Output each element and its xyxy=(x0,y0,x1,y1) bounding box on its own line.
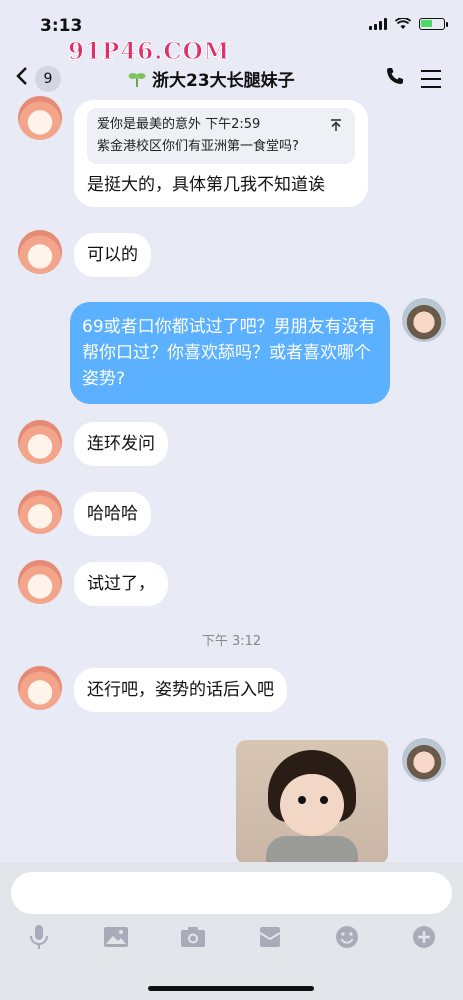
red-packet-icon xyxy=(259,927,281,947)
quote-sender-time: 爱你是最美的意外 下午2:59 xyxy=(97,117,261,132)
image-icon xyxy=(103,927,128,947)
message-text: 是挺大的，具体第几我不知道诶 xyxy=(87,175,325,195)
chevron-left-icon xyxy=(16,67,27,85)
input-area xyxy=(0,862,463,1000)
sent-photo[interactable] xyxy=(236,740,388,864)
message-bubble-outgoing[interactable]: 69或者口你都试过了吧？男朋友有没有帮你口过？你喜欢舔吗？或者喜欢哪个姿势? xyxy=(70,302,390,404)
contact-avatar[interactable] xyxy=(18,490,62,534)
status-time: 3:13 xyxy=(40,16,83,36)
back-button[interactable] xyxy=(16,66,28,92)
contact-avatar[interactable] xyxy=(18,96,62,140)
message-bubble-incoming[interactable]: 可以的 xyxy=(74,233,151,277)
sprout-icon xyxy=(128,72,146,87)
emoji-button[interactable] xyxy=(332,922,362,952)
message-text: 连环发问 xyxy=(87,434,155,454)
message-bubble-incoming[interactable]: 还行吧，姿势的话后入吧 xyxy=(74,668,287,712)
gallery-button[interactable] xyxy=(101,922,131,952)
jump-to-quote-icon[interactable] xyxy=(329,118,343,132)
chat-title-text: 浙大23大长腿妹子 xyxy=(152,71,295,91)
message-bubble-incoming[interactable]: 哈哈哈 xyxy=(74,492,151,536)
contact-avatar[interactable] xyxy=(18,666,62,710)
chat-timestamp: 下午 3:12 xyxy=(201,634,262,649)
contact-avatar[interactable] xyxy=(18,560,62,604)
status-icons xyxy=(369,18,448,30)
input-toolbar xyxy=(0,922,463,952)
plus-circle-icon xyxy=(413,926,436,948)
home-indicator xyxy=(148,986,314,991)
my-avatar[interactable] xyxy=(402,298,446,342)
signal-icon xyxy=(369,18,387,30)
message-text: 哈哈哈 xyxy=(87,504,138,524)
smiley-icon xyxy=(336,926,359,948)
camera-button[interactable] xyxy=(178,922,208,952)
contact-avatar[interactable] xyxy=(18,230,62,274)
menu-button[interactable] xyxy=(421,70,441,94)
message-bubble-incoming[interactable]: 试过了， xyxy=(74,562,168,606)
message-bubble-incoming[interactable]: 爱你是最美的意外 下午2:59 紫金港校区你们有亚洲第一食堂吗? 是挺大的，具体… xyxy=(74,100,368,207)
phone-icon xyxy=(387,68,403,84)
my-avatar[interactable] xyxy=(402,738,446,782)
message-text: 69或者口你都试过了吧？男朋友有没有帮你口过？你喜欢舔吗？或者喜欢哪个姿势? xyxy=(82,317,376,389)
unread-count-badge[interactable]: 9 xyxy=(35,66,61,92)
red-packet-button[interactable] xyxy=(255,922,285,952)
chat-title: 浙大23大长腿妹子 xyxy=(128,66,295,91)
message-text: 试过了， xyxy=(87,574,155,594)
more-button[interactable] xyxy=(409,922,439,952)
message-input[interactable] xyxy=(11,872,452,914)
wifi-icon xyxy=(395,18,411,29)
contact-avatar[interactable] xyxy=(18,420,62,464)
quoted-message[interactable]: 爱你是最美的意外 下午2:59 紫金港校区你们有亚洲第一食堂吗? xyxy=(87,108,355,164)
message-text: 还行吧，姿势的话后入吧 xyxy=(87,680,274,700)
call-button[interactable] xyxy=(385,66,405,90)
camera-icon xyxy=(180,927,205,947)
message-text: 可以的 xyxy=(87,245,138,265)
menu-icon xyxy=(421,70,441,72)
microphone-icon xyxy=(29,925,48,949)
voice-button[interactable] xyxy=(24,922,54,952)
battery-icon xyxy=(419,18,448,30)
chat-header: 9 浙大23大长腿妹子 xyxy=(0,52,463,104)
quote-text: 紫金港校区你们有亚洲第一食堂吗? xyxy=(97,139,299,154)
message-bubble-incoming[interactable]: 连环发问 xyxy=(74,422,168,466)
